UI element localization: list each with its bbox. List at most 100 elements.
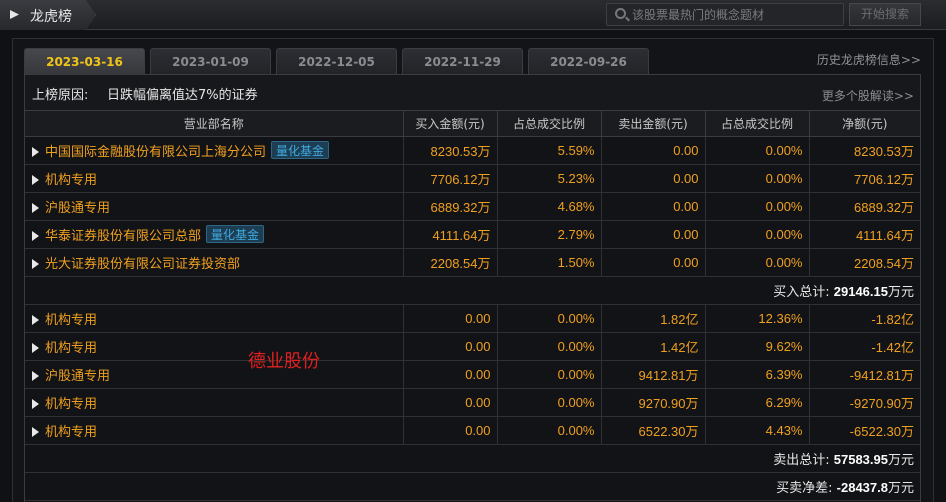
sell-ratio: 0.00%	[705, 192, 810, 221]
sell-ratio: 0.00%	[705, 164, 810, 193]
module-title-tab[interactable]: 龙虎榜	[0, 0, 96, 30]
buy-ratio: 0.00%	[497, 304, 602, 333]
expand-arrow-icon[interactable]	[32, 146, 39, 157]
net-amount: -1.42亿	[809, 332, 920, 361]
net-total-unit: 万元	[887, 480, 914, 496]
sell-amount: 9270.90万	[601, 388, 706, 417]
branch-name[interactable]: 机构专用	[45, 313, 97, 328]
sell-ratio: 0.00%	[705, 248, 810, 277]
reason-text: 日跌幅偏离值达7%的证券	[107, 88, 258, 103]
reason-label: 上榜原因:	[32, 88, 89, 103]
expand-arrow-icon[interactable]	[32, 342, 39, 353]
buy-amount: 0.00	[403, 416, 498, 445]
expand-arrow-icon[interactable]	[32, 258, 39, 269]
table-row[interactable]: 机构专用 0.00 0.00% 6522.30万 4.43% -6522.30万	[25, 416, 920, 445]
sell-ratio: 6.39%	[705, 360, 810, 389]
expand-arrow-icon[interactable]	[32, 230, 39, 241]
column-header[interactable]: 净额(元)	[809, 111, 920, 137]
module-title: 龙虎榜	[30, 9, 72, 25]
expand-arrow-icon[interactable]	[32, 202, 39, 213]
branch-name[interactable]: 机构专用	[45, 397, 97, 412]
buy-total-label: 买入总计:	[773, 284, 830, 300]
column-header[interactable]: 营业部名称	[25, 111, 404, 137]
table-row[interactable]: 沪股通专用 6889.32万 4.68% 0.00 0.00% 6889.32万	[25, 192, 920, 221]
history-link[interactable]: 历史龙虎榜信息>>	[817, 51, 921, 68]
dragon-tiger-content: 上榜原因: 日跌幅偏离值达7%的证券 更多个股解读>> 营业部名称 买入金额(元…	[24, 74, 921, 502]
net-amount: -9412.81万	[809, 360, 920, 389]
table-row[interactable]: 沪股通专用 0.00 0.00% 9412.81万 6.39% -9412.81…	[25, 360, 920, 389]
sell-amount: 9412.81万	[601, 360, 706, 389]
table-row[interactable]: 机构专用 0.00 0.00% 1.82亿 12.36% -1.82亿	[25, 304, 920, 333]
net-amount: -9270.90万	[809, 388, 920, 417]
sell-amount: 6522.30万	[601, 416, 706, 445]
search-icon	[615, 8, 626, 19]
trading-table: 营业部名称 买入金额(元) 占总成交比例 卖出金额(元) 占总成交比例 净额(元…	[25, 111, 920, 501]
more-analysis-link[interactable]: 更多个股解读>>	[822, 87, 914, 104]
sell-ratio: 9.62%	[705, 332, 810, 361]
quant-fund-badge: 量化基金	[271, 140, 330, 159]
search-button[interactable]: 开始搜索	[849, 3, 921, 26]
branch-name[interactable]: 沪股通专用	[45, 369, 110, 384]
sell-amount: 1.82亿	[601, 304, 706, 333]
sell-total-label: 卖出总计:	[773, 452, 830, 468]
reason-bar: 上榜原因: 日跌幅偏离值达7%的证券 更多个股解读>>	[25, 75, 920, 111]
buy-ratio: 5.59%	[497, 136, 602, 165]
sell-ratio: 4.43%	[705, 416, 810, 445]
buy-amount: 0.00	[403, 388, 498, 417]
buy-total-unit: 万元	[887, 284, 914, 300]
column-header[interactable]: 卖出金额(元)	[601, 111, 706, 137]
branch-name[interactable]: 机构专用	[45, 425, 97, 440]
branch-name[interactable]: 机构专用	[45, 341, 97, 356]
net-amount: -6522.30万	[809, 416, 920, 445]
buy-ratio: 5.23%	[497, 164, 602, 193]
buy-amount: 0.00	[403, 360, 498, 389]
net-amount: 6889.32万	[809, 192, 920, 221]
table-row[interactable]: 机构专用 7706.12万 5.23% 0.00 0.00% 7706.12万	[25, 164, 920, 193]
tab-2022-09-26[interactable]: 2022-09-26	[528, 48, 649, 74]
triangle-right-icon	[10, 10, 19, 19]
sell-ratio: 12.36%	[705, 304, 810, 333]
sell-amount: 0.00	[601, 164, 706, 193]
sell-amount: 0.00	[601, 248, 706, 277]
search-input[interactable]	[632, 5, 837, 24]
buy-ratio: 0.00%	[497, 332, 602, 361]
sell-total-value: 57583.95	[833, 451, 888, 467]
sell-ratio: 6.29%	[705, 388, 810, 417]
column-header[interactable]: 占总成交比例	[497, 111, 602, 137]
buy-amount: 0.00	[403, 332, 498, 361]
buy-ratio: 2.79%	[497, 220, 602, 249]
branch-name[interactable]: 华泰证券股份有限公司总部	[45, 229, 201, 244]
table-row[interactable]: 光大证券股份有限公司证券投资部 2208.54万 1.50% 0.00 0.00…	[25, 248, 920, 277]
top-bar: 龙虎榜 开始搜索	[0, 0, 946, 30]
table-row[interactable]: 机构专用 0.00 0.00% 9270.90万 6.29% -9270.90万	[25, 388, 920, 417]
buy-total-value: 29146.15	[833, 283, 888, 299]
buy-ratio: 0.00%	[497, 360, 602, 389]
sell-amount: 0.00	[601, 192, 706, 221]
expand-arrow-icon[interactable]	[32, 398, 39, 409]
sell-ratio: 0.00%	[705, 136, 810, 165]
buy-ratio: 4.68%	[497, 192, 602, 221]
buy-amount: 2208.54万	[403, 248, 498, 277]
branch-name[interactable]: 光大证券股份有限公司证券投资部	[45, 257, 240, 272]
column-header[interactable]: 买入金额(元)	[403, 111, 498, 137]
net-amount: 7706.12万	[809, 164, 920, 193]
table-header-row: 营业部名称 买入金额(元) 占总成交比例 卖出金额(元) 占总成交比例 净额(元…	[25, 111, 920, 137]
expand-arrow-icon[interactable]	[32, 426, 39, 437]
tab-2022-11-29[interactable]: 2022-11-29	[402, 48, 523, 74]
table-row[interactable]: 华泰证券股份有限公司总部 量化基金 4111.64万 2.79% 0.00 0.0…	[25, 220, 920, 249]
tab-2023-01-09[interactable]: 2023-01-09	[150, 48, 271, 74]
net-amount: 2208.54万	[809, 248, 920, 277]
branch-name[interactable]: 机构专用	[45, 173, 97, 188]
tab-2022-12-05[interactable]: 2022-12-05	[276, 48, 397, 74]
table-row[interactable]: 中国国际金融股份有限公司上海分公司 量化基金 8230.53万 5.59% 0.0…	[25, 136, 920, 165]
table-row[interactable]: 机构专用 0.00 0.00% 1.42亿 9.62% -1.42亿	[25, 332, 920, 361]
column-header[interactable]: 占总成交比例	[705, 111, 810, 137]
buy-amount: 8230.53万	[403, 136, 498, 165]
sell-total-unit: 万元	[887, 452, 914, 468]
branch-name[interactable]: 中国国际金融股份有限公司上海分公司	[45, 145, 266, 160]
expand-arrow-icon[interactable]	[32, 174, 39, 185]
branch-name[interactable]: 沪股通专用	[45, 201, 110, 216]
expand-arrow-icon[interactable]	[32, 370, 39, 381]
expand-arrow-icon[interactable]	[32, 314, 39, 325]
tab-2023-03-16[interactable]: 2023-03-16	[24, 48, 145, 75]
